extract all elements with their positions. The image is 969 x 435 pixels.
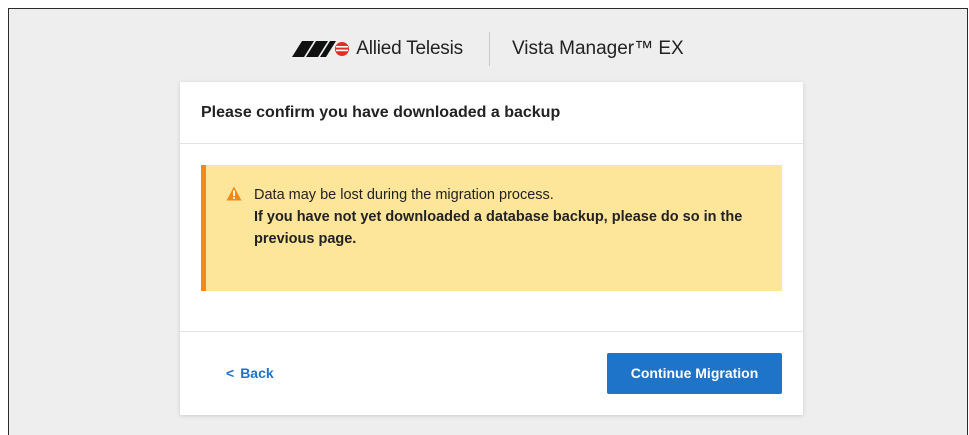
dialog-footer: < Back Continue Migration xyxy=(180,332,803,414)
dialog-header: Please confirm you have downloaded a bac… xyxy=(180,82,803,144)
chevron-left-icon: < xyxy=(226,365,235,381)
warning-message: Data may be lost during the migration pr… xyxy=(254,184,762,291)
back-button[interactable]: < Back xyxy=(226,365,274,381)
warning-triangle-icon xyxy=(226,186,242,201)
product-name: Vista Manager™ EX xyxy=(511,38,684,59)
back-label: Back xyxy=(240,365,274,381)
dialog-body: Data may be lost during the migration pr… xyxy=(180,144,803,332)
dialog-title: Please confirm you have downloaded a bac… xyxy=(201,103,561,121)
warning-line-2: If you have not yet downloaded a databas… xyxy=(254,209,743,247)
confirmation-dialog: Please confirm you have downloaded a bac… xyxy=(180,82,803,415)
company-logo: Allied Telesis xyxy=(292,34,463,64)
page-background: Allied Telesis Vista Manager™ EX Please … xyxy=(8,8,968,435)
brand-divider xyxy=(488,32,490,66)
company-name: Allied Telesis xyxy=(356,38,463,59)
brand-header: Allied Telesis Vista Manager™ EX xyxy=(9,27,967,71)
warning-alert: Data may be lost during the migration pr… xyxy=(201,165,782,291)
allied-telesis-logo-icon xyxy=(292,41,350,57)
warning-line-1: Data may be lost during the migration pr… xyxy=(254,187,554,203)
continue-migration-button[interactable]: Continue Migration xyxy=(607,352,782,394)
